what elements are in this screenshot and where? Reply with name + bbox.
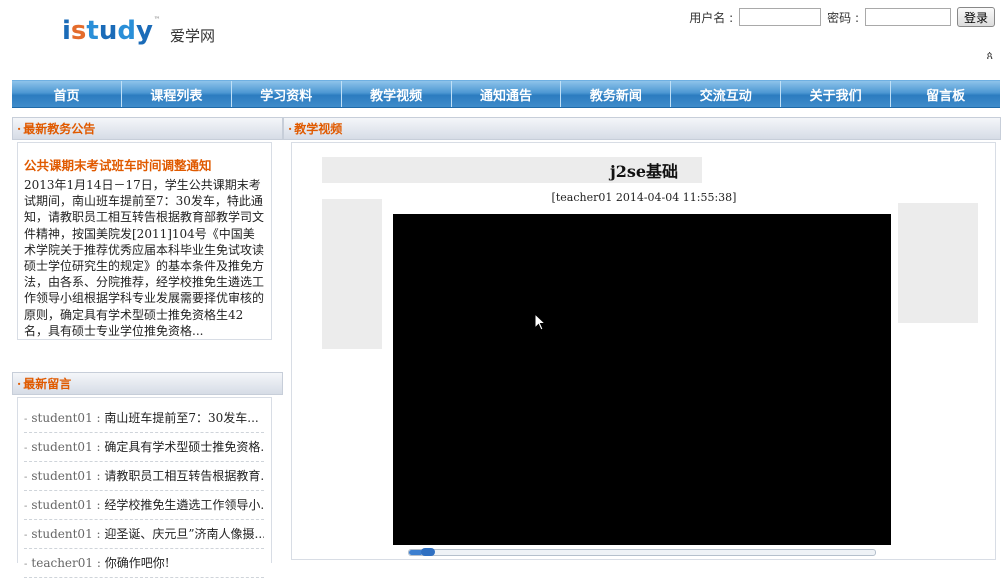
login-button[interactable]: 登录 [956, 7, 995, 27]
message-user: student01 [31, 527, 93, 541]
notice-title-link[interactable]: 公共课期末考试班车时间调整通知 [24, 155, 212, 174]
password-input[interactable] [864, 8, 951, 26]
decorative-mark: ጰ [986, 49, 993, 62]
login-form: 用户名 : 密码 : 登录 [689, 7, 995, 27]
message-separator: : [92, 411, 105, 425]
mouse-cursor-icon [534, 313, 546, 331]
logo-chinese-name: 爱学网 [169, 26, 215, 45]
nav-item-message-board[interactable]: 留言板 [891, 81, 1000, 107]
nav-item-home[interactable]: 首页 [12, 81, 122, 107]
message-user: student01 [31, 498, 93, 512]
message-separator: : [93, 556, 105, 570]
nav-item-notices[interactable]: 通知通告 [452, 81, 562, 107]
nav-item-about-us[interactable]: 关于我们 [781, 81, 892, 107]
logo-wordmark: istudy [62, 16, 153, 46]
dash-icon: - [24, 530, 28, 541]
dash-icon: - [24, 472, 28, 483]
message-user: student01 [31, 411, 93, 425]
logo-trademark: ™ [153, 15, 160, 23]
video-progress-bar[interactable] [408, 548, 876, 556]
site-logo[interactable]: istudy ™ 爱学网 [62, 14, 215, 48]
video-panel-header: · 教学视频 [283, 117, 1001, 140]
message-content: 请教职员工相互转告根据教育... [104, 469, 264, 483]
notice-panel-title: 最新教务公告 [23, 122, 96, 136]
video-meta: [teacher01 2014-04-04 11:55:38] [551, 191, 737, 204]
message-content: 迎圣诞、庆元旦”济南人像摄... [104, 527, 264, 541]
nav-item-teaching-videos[interactable]: 教学视频 [342, 81, 452, 107]
username-label: 用户名 : [689, 10, 734, 25]
password-label: 密码 : [827, 10, 859, 25]
username-input[interactable] [739, 8, 822, 26]
bullet-icon: · [17, 376, 22, 391]
message-user: student01 [31, 469, 93, 483]
message-content: 经学校推免生遴选工作领导小... [104, 498, 264, 512]
message-user: teacher01 [31, 556, 94, 570]
video-player[interactable] [393, 214, 891, 545]
notice-panel-header: · 最新教务公告 [12, 117, 283, 140]
message-item[interactable]: - student01 : 迎圣诞、庆元旦”济南人像摄... [24, 520, 264, 549]
notice-summary: 2013年1月14日－17日，学生公共课期末考试期间，南山班车提前至7：30发车… [24, 178, 265, 338]
messages-panel-header: · 最新留言 [12, 372, 283, 395]
nav-item-course-list[interactable]: 课程列表 [122, 81, 232, 107]
main-nav: 首页 课程列表 学习资料 教学视频 通知通告 教务新闻 交流互动 关于我们 留言… [12, 80, 1000, 108]
message-user: student01 [31, 440, 93, 454]
bullet-icon: · [288, 121, 293, 136]
faded-background-block [322, 199, 382, 349]
message-item[interactable]: - teacher01 : 你确作吧你! [24, 549, 264, 578]
message-separator: : [92, 527, 105, 541]
message-item[interactable]: - student01 : 请教职员工相互转告根据教育... [24, 462, 264, 491]
dash-icon: - [24, 501, 28, 512]
message-item[interactable]: - student01 : 确定具有学术型硕士推免资格... [24, 433, 264, 462]
message-content: 确定具有学术型硕士推免资格... [104, 440, 264, 454]
messages-list: - student01 : 南山班车提前至7：30发车... - student01… [24, 404, 264, 578]
message-item[interactable]: - student01 : 经学校推免生遴选工作领导小... [24, 491, 264, 520]
faded-background-block [898, 203, 978, 323]
dash-icon: - [24, 414, 28, 425]
video-panel-title: 教学视频 [294, 122, 343, 136]
message-separator: : [92, 498, 105, 512]
message-separator: : [92, 469, 105, 483]
message-item[interactable]: - student01 : 南山班车提前至7：30发车... [24, 404, 264, 433]
messages-panel-title: 最新留言 [23, 377, 72, 391]
nav-item-academic-news[interactable]: 教务新闻 [561, 81, 672, 107]
nav-item-study-materials[interactable]: 学习资料 [232, 81, 342, 107]
nav-item-interaction[interactable]: 交流互动 [671, 81, 782, 107]
dash-icon: - [24, 559, 28, 570]
video-title: j2se基础 [609, 162, 679, 181]
video-progress-knob[interactable] [421, 548, 435, 556]
message-separator: : [92, 440, 105, 454]
dash-icon: - [24, 443, 28, 454]
message-content: 你确作吧你! [104, 556, 170, 570]
message-content: 南山班车提前至7：30发车... [104, 411, 259, 425]
bullet-icon: · [17, 121, 22, 136]
